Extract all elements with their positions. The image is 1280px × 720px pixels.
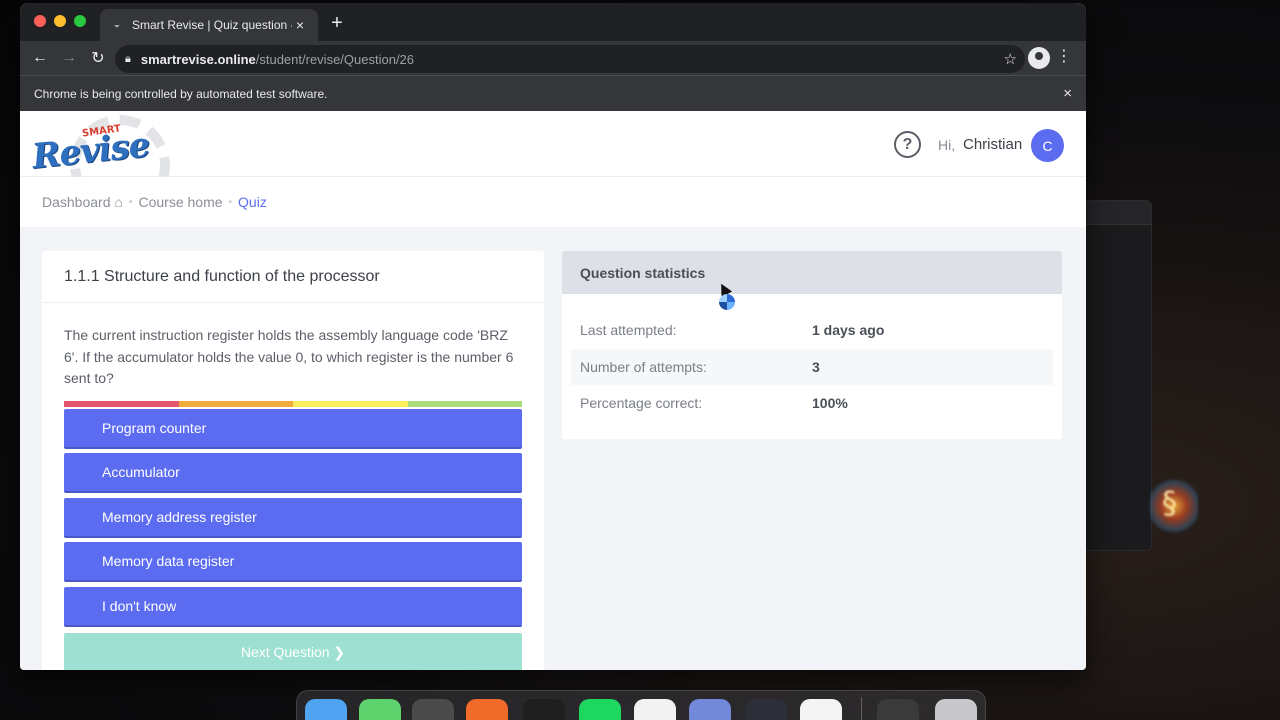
greeting-text: Hi, [938,137,956,153]
breadcrumb-separator: • [228,196,233,208]
sublime-icon[interactable] [412,699,454,720]
forward-arrow-icon[interactable]: → [55,44,83,72]
whatsapp-icon[interactable] [634,699,676,720]
finder-icon[interactable] [305,699,347,720]
question-statistics-card: Question statistics Last attempted: 1 da… [562,251,1062,439]
confidence-segment-yellow [293,400,408,407]
breadcrumb-separator: • [128,196,133,208]
address-bar[interactable]: 🔒︎ smartrevise.online/student/revise/Que… [115,45,1025,73]
firefox-icon[interactable] [466,699,508,720]
stat-label: Last attempted: [580,322,677,339]
new-tab-icon[interactable]: + [326,12,348,34]
messages-icon[interactable] [359,699,401,720]
breadcrumb: Dashboard ⌂ • Course home • Quiz [20,177,1086,227]
chrome-icon[interactable] [800,699,842,720]
confidence-segment-orange [178,400,293,407]
infobar-close-icon[interactable]: × [1063,85,1072,102]
bookmark-star-icon[interactable]: ☆ [1004,50,1017,68]
answer-button-memory-address-register[interactable]: Memory address register [64,497,522,538]
answer-list: Program counter Accumulator Memory addre… [64,408,522,627]
infobar-text: Chrome is being controlled by automated … [34,86,328,101]
spotify-icon[interactable] [579,699,621,720]
tab-favicon-icon: ◒ [113,19,121,31]
answer-button-dont-know[interactable]: I don't know [64,586,522,627]
confidence-bar [64,400,522,407]
profile-icon[interactable] [1028,47,1050,69]
page-content: SMART Revise ? Hi, Christian C Dashboard… [20,111,1086,670]
tab-strip: ◒ Smart Revise | Quiz question - × + [20,3,1086,41]
stat-label: Number of attempts: [580,358,707,375]
background-app-icon: § [1150,478,1198,534]
maximize-window-icon[interactable] [74,15,86,27]
smart-revise-logo[interactable]: SMART Revise [30,115,170,177]
screenshot-icon[interactable] [877,699,919,720]
tab-active[interactable]: ◒ Smart Revise | Quiz question - × [100,9,318,41]
url-host: smartrevise.online [140,51,256,67]
url-path: /student/revise/Question/26 [255,51,415,67]
answer-button-accumulator[interactable]: Accumulator [64,453,522,493]
window-controls [34,15,86,27]
tab-close-icon[interactable]: × [292,17,308,33]
breadcrumb-dashboard[interactable]: Dashboard [42,194,111,210]
tab-title: Smart Revise | Quiz question - [132,18,292,32]
site-header: SMART Revise ? Hi, Christian C [20,111,1086,177]
stat-value: 1 days ago [812,322,885,339]
browser-toolbar: ← → ↻ 🔒︎ smartrevise.online/student/revi… [20,41,1086,75]
stat-label: Percentage correct: [580,395,703,412]
breadcrumb-quiz[interactable]: Quiz [238,194,267,210]
stat-row-last-attempted: Last attempted: 1 days ago [571,312,1053,349]
user-name[interactable]: Christian [963,136,1022,153]
back-arrow-icon[interactable]: ← [26,44,54,72]
browser-window: ◒ Smart Revise | Quiz question - × + ← →… [20,3,1086,670]
confidence-segment-green [407,400,522,407]
answer-button-memory-data-register[interactable]: Memory data register [64,542,522,582]
quiz-topic-title: 1.1.1 Structure and function of the proc… [42,251,544,303]
stat-value: 3 [812,358,820,375]
minimize-window-icon[interactable] [54,15,66,27]
terminal-icon[interactable] [523,699,565,720]
statistics-table: Last attempted: 1 days ago Number of att… [571,312,1053,422]
help-icon[interactable]: ? [894,131,921,158]
breadcrumb-course-home[interactable]: Course home [138,194,222,210]
obs-icon[interactable] [745,699,787,720]
question-text: The current instruction register holds t… [64,327,514,386]
busy-spinner-icon [719,294,735,310]
stat-row-attempts: Number of attempts: 3 [571,348,1053,385]
lock-icon: 🔒︎ [125,52,131,65]
statistics-title: Question statistics [562,251,1062,294]
answer-button-program-counter[interactable]: Program counter [64,408,522,449]
confidence-segment-red [64,400,179,407]
stat-value: 100% [812,395,848,412]
discord-icon[interactable] [689,699,731,720]
dock [296,690,986,720]
quiz-card: 1.1.1 Structure and function of the proc… [42,251,544,670]
trash-icon[interactable] [935,699,977,720]
automation-infobar: Chrome is being controlled by automated … [20,75,1086,111]
stat-row-percentage-correct: Percentage correct: 100% [571,385,1053,422]
reload-icon[interactable]: ↻ [84,44,112,72]
next-question-button[interactable]: Next Question ❯ [64,632,522,670]
close-window-icon[interactable] [34,15,46,27]
dock-separator [861,697,862,720]
browser-menu-icon[interactable]: ⋮ [1056,46,1072,66]
avatar[interactable]: C [1031,129,1064,162]
home-icon[interactable]: ⌂ [115,194,123,210]
